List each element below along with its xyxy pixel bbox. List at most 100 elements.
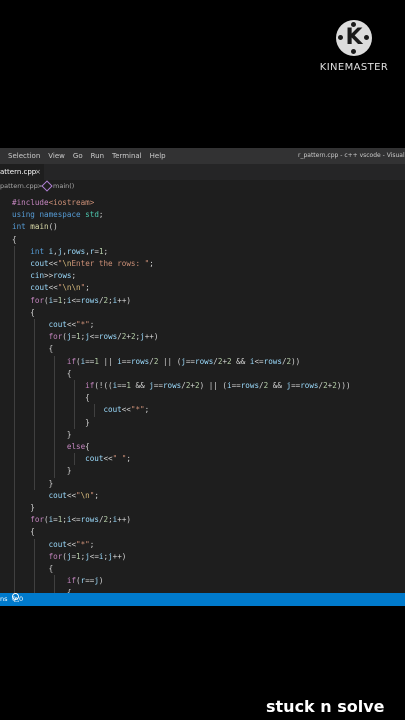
window-title: r_pattern.cpp - c++ vscode - Visual S: [298, 152, 405, 159]
code-token: (!((: [94, 381, 113, 390]
code-token: else: [66, 442, 86, 451]
code-line: {: [12, 234, 17, 246]
menu-bar: Selection View Go Run Terminal Help r_pa…: [0, 148, 405, 164]
code-token: cout: [48, 320, 67, 329]
menu-help[interactable]: Help: [146, 148, 170, 164]
code-token: ==: [85, 576, 95, 586]
code-token: <<: [66, 539, 77, 549]
code-line: }: [12, 429, 72, 441]
code-editor[interactable]: #include<iostream> using namespace std; in…: [0, 193, 405, 593]
code-token: }: [66, 466, 72, 476]
code-token: int: [30, 246, 45, 256]
code-token: rows: [130, 356, 150, 366]
code-token: )): [291, 356, 301, 366]
status-left-text[interactable]: ns: [0, 593, 8, 606]
breadcrumb: pattern.cpp > main(): [0, 180, 405, 193]
code-token: rows: [195, 356, 214, 366]
code-token: \n\n: [62, 283, 81, 293]
code-token: \n: [80, 490, 90, 500]
breadcrumb-symbol[interactable]: main(): [41, 180, 75, 193]
code-token: ==: [117, 381, 127, 390]
code-token: ;: [103, 246, 109, 256]
code-token: <<: [66, 320, 77, 329]
error-count: 0: [12, 595, 17, 603]
menu-go[interactable]: Go: [69, 148, 87, 164]
code-token: int: [12, 222, 26, 232]
code-line: for(j=1;j<=i;j++): [12, 551, 127, 563]
code-token: cout: [85, 454, 104, 464]
code-token: for: [30, 515, 45, 525]
code-token: ==: [185, 356, 195, 366]
code-token: ;: [126, 454, 131, 464]
code-token: ++): [117, 295, 131, 305]
code-token: " ": [112, 454, 127, 464]
code-line: for(i=1;i<=rows/2;i++): [12, 295, 131, 307]
code-token: {: [85, 442, 90, 451]
code-token: "*": [130, 405, 145, 415]
code-token: rows: [98, 332, 118, 342]
code-token: for: [48, 332, 63, 342]
vscode-window: Selection View Go Run Terminal Help r_pa…: [0, 148, 405, 606]
code-token: <=: [71, 515, 81, 525]
code-token: ||: [98, 356, 118, 366]
code-line: cin>>rows;: [12, 270, 76, 282]
menu-terminal[interactable]: Terminal: [108, 148, 146, 164]
breadcrumb-symbol-label: main(): [53, 182, 75, 190]
code-token: ==: [85, 356, 95, 366]
code-token: &&: [231, 356, 250, 366]
kinemaster-watermark: K KINEMASTER: [318, 20, 390, 73]
code-token: }: [85, 417, 90, 427]
caption-text: stuck n solve: [266, 697, 385, 716]
code-line: cout<<"*";: [12, 319, 95, 331]
code-token: main: [30, 222, 49, 232]
code-line: {: [12, 343, 54, 355]
code-token: rows: [162, 381, 182, 390]
code-token: ;: [85, 283, 90, 293]
code-line: else{: [12, 441, 90, 453]
code-token: ;: [89, 320, 95, 329]
code-line: #include<iostream>: [12, 197, 94, 209]
code-token: (): [48, 222, 58, 232]
status-problems[interactable]: 0 △ 0: [12, 593, 23, 606]
menu-selection[interactable]: Selection: [0, 148, 44, 164]
code-line: {: [12, 526, 35, 538]
close-icon[interactable]: ×: [35, 164, 41, 180]
method-cube-icon: [41, 180, 53, 192]
menu-view[interactable]: View: [44, 148, 69, 164]
tab-pattern-cpp[interactable]: attern.cpp ×: [0, 164, 44, 180]
menu-run[interactable]: Run: [87, 148, 108, 164]
code-token: ==: [121, 356, 131, 366]
code-token: ==: [153, 381, 163, 390]
code-line: {: [12, 563, 54, 575]
code-token: {: [48, 344, 54, 354]
code-token: }: [48, 478, 54, 488]
code-token: if: [66, 576, 77, 586]
code-token: <<: [103, 454, 113, 464]
code-line: {: [12, 392, 90, 404]
code-token: {: [30, 527, 35, 537]
code-token: &&: [130, 381, 150, 390]
code-token: }: [66, 429, 72, 439]
code-token: ))): [336, 381, 351, 390]
code-token: rows: [80, 295, 99, 305]
code-token: rows: [300, 381, 319, 390]
code-token: ==: [231, 381, 241, 390]
warning-count: 0: [19, 595, 24, 603]
code-line: cout<<" ";: [12, 453, 131, 465]
breadcrumb-file[interactable]: pattern.cpp: [0, 180, 38, 193]
code-token: ;: [149, 259, 154, 268]
